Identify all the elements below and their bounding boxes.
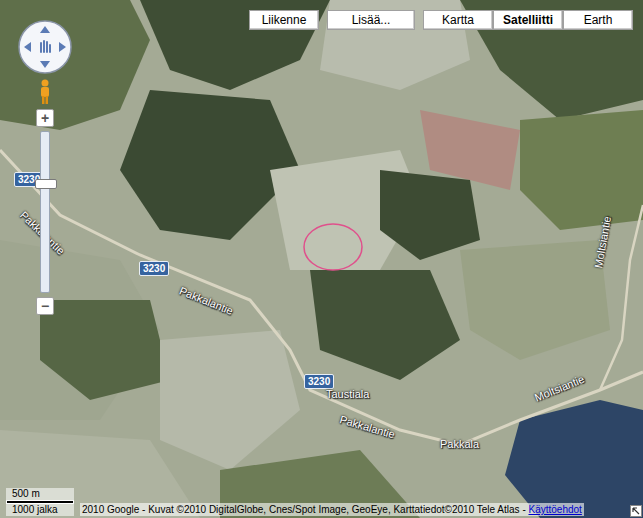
scale-metric: 500 m [6, 488, 74, 500]
zoom-in-button[interactable]: + [36, 109, 54, 127]
terms-link[interactable]: Käyttöehdot [528, 504, 581, 515]
scale-bar: 500 m 1000 jalka [6, 488, 74, 516]
map-footer: 500 m 1000 jalka 2010 Google - Kuvat ©2010… [0, 488, 643, 518]
layer-button[interactable]: Lisää... [327, 10, 415, 30]
pan-control-icon[interactable] [17, 19, 73, 75]
place-label: Pakkala [440, 438, 479, 450]
resize-corner-icon[interactable] [630, 505, 642, 517]
map-type-group: KarttaSatelliittiEarth [423, 10, 633, 30]
map-type-button[interactable]: Earth [563, 10, 633, 30]
place-label: Taustiala [326, 388, 369, 400]
copyright: 2010 Google - Kuvat ©2010 DigitalGlobe, … [80, 503, 584, 516]
map-type-button[interactable]: Kartta [423, 10, 493, 30]
map-type-button[interactable]: Satelliitti [493, 10, 563, 30]
zoom-slider[interactable] [40, 131, 50, 293]
map-type-bar: Liikenne Lisää... KarttaSatelliittiEarth [249, 10, 633, 30]
road-shield: 3230 [304, 374, 334, 389]
scale-imperial: 1000 jalka [6, 504, 74, 516]
map[interactable]: 3230Pakkalantie3230Pakkalantie3230Tausti… [0, 0, 643, 518]
navigation-control: +− [17, 19, 73, 315]
zoom-slider-knob[interactable] [35, 179, 57, 189]
satellite-imagery[interactable] [0, 0, 643, 518]
zoom-out-button[interactable]: − [36, 297, 54, 315]
pegman-icon[interactable] [38, 79, 52, 105]
layer-button[interactable]: Liikenne [249, 10, 319, 30]
road-shield: 3230 [139, 261, 169, 276]
